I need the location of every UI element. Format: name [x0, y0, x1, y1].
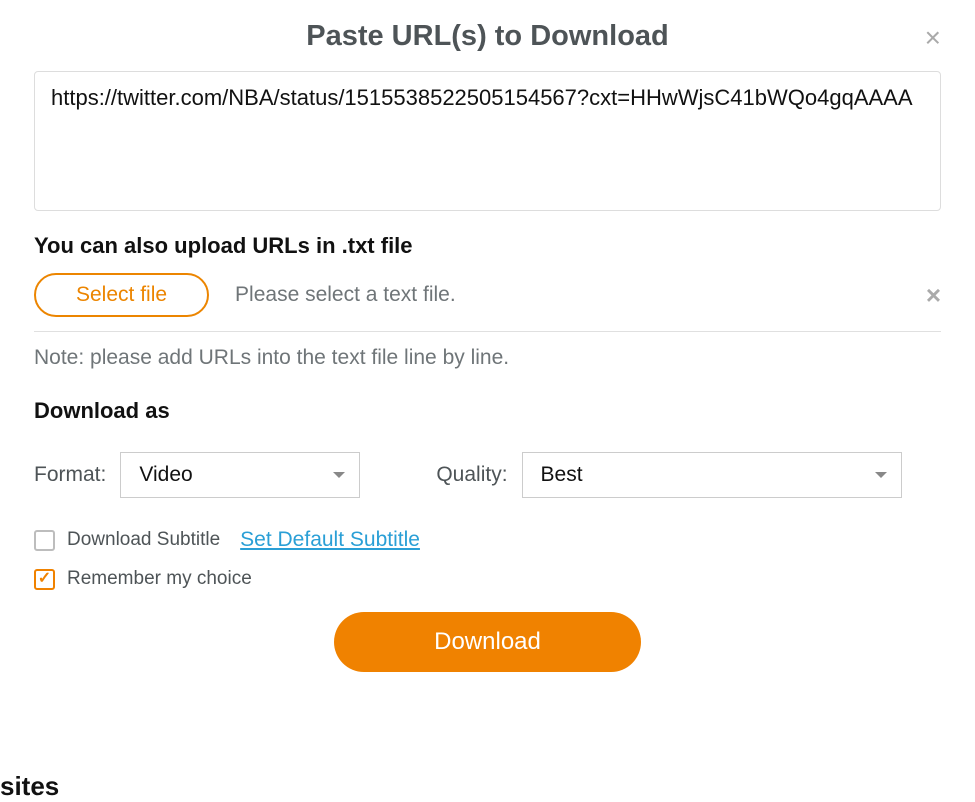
- url-input[interactable]: https://twitter.com/NBA/status/151553852…: [34, 71, 941, 211]
- subtitle-row: Download Subtitle Set Default Subtitle: [34, 528, 941, 552]
- divider: [34, 331, 941, 332]
- upload-section-title: You can also upload URLs in .txt file: [34, 233, 941, 259]
- trailing-text: sites: [0, 771, 59, 802]
- subtitle-checkbox-label: Download Subtitle: [67, 529, 220, 551]
- download-button[interactable]: Download: [334, 612, 641, 672]
- file-select-row: Select file Please select a text file. ×: [34, 273, 941, 317]
- quality-value: Best: [541, 463, 583, 487]
- dialog-title: Paste URL(s) to Download: [306, 20, 669, 53]
- quality-label: Quality:: [436, 463, 507, 487]
- download-as-title: Download as: [34, 398, 941, 424]
- file-status-text: Please select a text file.: [235, 283, 900, 307]
- chevron-down-icon: [333, 472, 345, 478]
- quality-select[interactable]: Best: [522, 452, 902, 498]
- dialog-title-row: Paste URL(s) to Download ×: [34, 20, 941, 53]
- format-value: Video: [139, 463, 192, 487]
- clear-file-icon[interactable]: ×: [926, 280, 941, 311]
- remember-checkbox-label: Remember my choice: [67, 568, 252, 590]
- download-button-row: Download: [34, 612, 941, 672]
- format-label: Format:: [34, 463, 106, 487]
- close-icon[interactable]: ×: [925, 22, 941, 54]
- select-file-button[interactable]: Select file: [34, 273, 209, 317]
- note-text: Note: please add URLs into the text file…: [34, 346, 941, 370]
- remember-checkbox[interactable]: [34, 569, 55, 590]
- chevron-down-icon: [875, 472, 887, 478]
- options-row: Format: Video Quality: Best: [34, 452, 941, 498]
- subtitle-checkbox[interactable]: [34, 530, 55, 551]
- remember-row: Remember my choice: [34, 568, 941, 590]
- format-select[interactable]: Video: [120, 452, 360, 498]
- set-default-subtitle-link[interactable]: Set Default Subtitle: [240, 528, 420, 552]
